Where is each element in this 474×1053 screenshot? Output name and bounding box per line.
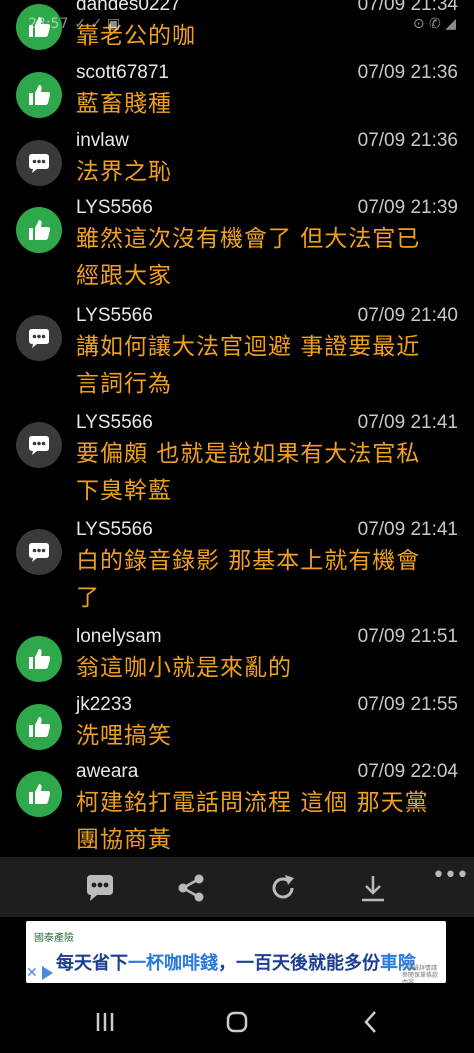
ad-text-prefix: 每天省下 bbox=[56, 953, 128, 974]
ad-brand: 國泰產險 bbox=[34, 933, 74, 944]
comment-text: 柯建銘打電話問流程 這個 那天黨 bbox=[76, 790, 429, 816]
comment-timestamp: 07/09 21:39 bbox=[357, 197, 458, 218]
system-nav-bar bbox=[0, 989, 474, 1053]
comment-text: 團協商黃 bbox=[76, 827, 172, 853]
comment-timestamp: 07/09 21:41 bbox=[357, 519, 458, 540]
share-button[interactable] bbox=[174, 871, 208, 905]
thumbs-up-icon bbox=[29, 220, 51, 240]
comment-row: jk2233 07/09 21:55 洗哩搞笑 bbox=[0, 690, 474, 767]
comment-text: 藍畜賤種 bbox=[76, 91, 172, 117]
comment-username[interactable]: LYS5566 bbox=[76, 197, 153, 219]
recent-apps-button[interactable] bbox=[90, 1007, 120, 1037]
ad-headline: 每天省下一杯咖啡錢，一百天後就能多份車險 bbox=[56, 949, 416, 975]
comment-list: dandes0227 07/09 21:34 靠老公的咖 scott67871 07/0… bbox=[0, 0, 474, 857]
comment-timestamp: 07/09 21:34 bbox=[357, 0, 458, 15]
push-avatar bbox=[16, 704, 62, 750]
comment-text: 言詞行為 bbox=[76, 371, 172, 397]
comment-timestamp: 07/09 21:41 bbox=[357, 412, 458, 433]
comment-username[interactable]: invlaw bbox=[76, 130, 129, 152]
comment-row: invlaw 07/09 21:36 法界之恥 bbox=[0, 126, 474, 203]
comment-username[interactable]: lonelysam bbox=[76, 626, 162, 648]
comment-username[interactable]: dandes0227 bbox=[76, 0, 181, 16]
comment-username[interactable]: LYS5566 bbox=[76, 412, 153, 434]
comment-text: 經跟大家 bbox=[76, 263, 172, 289]
comment-text: 雖然這次沒有機會了 但大法官已 bbox=[76, 226, 421, 252]
comment-text: 了 bbox=[76, 585, 100, 611]
arrow-avatar bbox=[16, 140, 62, 186]
comment-timestamp: 07/09 21:36 bbox=[357, 130, 458, 151]
comment-bubble-icon bbox=[29, 543, 49, 562]
home-button[interactable] bbox=[222, 1007, 252, 1037]
ad-area: 國泰產險 每天省下一杯咖啡錢，一百天後就能多份車險 ※保險詳情請參閱保單條款內容… bbox=[0, 917, 474, 989]
comment-timestamp: 07/09 21:40 bbox=[357, 305, 458, 326]
arrow-avatar bbox=[16, 529, 62, 575]
comment-text: 講如何讓大法官迴避 事證要最近 bbox=[76, 334, 421, 360]
thumbs-up-icon bbox=[29, 784, 51, 804]
recent-apps-icon bbox=[96, 1013, 114, 1031]
push-avatar bbox=[16, 207, 62, 253]
thumbs-up-icon bbox=[29, 85, 51, 105]
download-button[interactable] bbox=[356, 871, 390, 905]
push-avatar bbox=[16, 771, 62, 817]
ad-choices-icon[interactable] bbox=[42, 966, 53, 980]
comment-row: LYS5566 07/09 21:41 白的錄音錄影 那基本上就有機會了 bbox=[0, 515, 474, 629]
comment-username[interactable]: aweara bbox=[76, 761, 138, 783]
arrow-avatar bbox=[16, 315, 62, 361]
comment-row: aweara 07/09 22:04 柯建銘打電話問流程 這個 那天黨 團協商黃 bbox=[0, 757, 474, 857]
back-button[interactable] bbox=[356, 1007, 386, 1037]
comment-row: dandes0227 07/09 21:34 靠老公的咖 bbox=[0, 0, 474, 67]
comment-username[interactable]: jk2233 bbox=[76, 694, 132, 716]
comment-timestamp: 07/09 21:36 bbox=[357, 62, 458, 83]
comment-button[interactable] bbox=[83, 871, 117, 905]
share-icon bbox=[178, 874, 204, 902]
comment-bubble-icon bbox=[29, 329, 49, 348]
comment-text: 靠老公的咖 bbox=[76, 23, 196, 49]
download-icon bbox=[362, 876, 384, 902]
comment-text: 要偏頗 也就是說如果有大法官私 bbox=[76, 441, 421, 467]
refresh-icon bbox=[272, 875, 294, 899]
comment-bubble-icon bbox=[29, 436, 49, 455]
comment-text: 洗哩搞笑 bbox=[76, 723, 172, 749]
ad-banner[interactable]: 國泰產險 每天省下一杯咖啡錢，一百天後就能多份車險 ※保險詳情請參閱保單條款內容 bbox=[26, 921, 446, 983]
thumbs-up-icon bbox=[29, 717, 51, 737]
comment-username[interactable]: scott67871 bbox=[76, 62, 169, 84]
back-icon bbox=[364, 1011, 376, 1033]
ad-close-icon[interactable]: ✕ bbox=[26, 965, 38, 981]
ad-fine-print: ※保險詳情請參閱保單條款內容 bbox=[402, 965, 439, 983]
thumbs-up-icon bbox=[29, 649, 51, 669]
push-avatar bbox=[16, 636, 62, 682]
comment-timestamp: 07/09 21:55 bbox=[357, 694, 458, 715]
comment-text: 法界之恥 bbox=[76, 159, 172, 185]
comment-timestamp: 07/09 21:51 bbox=[357, 626, 458, 647]
comment-text: 白的錄音錄影 那基本上就有機會 bbox=[76, 548, 421, 574]
comment-timestamp: 07/09 22:04 bbox=[357, 761, 458, 782]
ad-text-middle: ，一百天後就能多份 bbox=[218, 953, 380, 974]
comment-username[interactable]: LYS5566 bbox=[76, 305, 153, 327]
thumbs-up-icon bbox=[29, 17, 51, 37]
arrow-avatar bbox=[16, 422, 62, 468]
comment-row: scott67871 07/09 21:36 藍畜賤種 bbox=[0, 58, 474, 135]
ad-text-highlight: 一杯咖啡錢 bbox=[128, 953, 218, 974]
refresh-button[interactable] bbox=[266, 871, 300, 905]
comment-row: LYS5566 07/09 21:39 雖然這次沒有機會了 但大法官已 經跟大家 bbox=[0, 193, 474, 307]
comment-username[interactable]: LYS5566 bbox=[76, 519, 153, 541]
push-avatar bbox=[16, 72, 62, 118]
push-avatar bbox=[16, 4, 62, 50]
comment-row: LYS5566 07/09 21:40 講如何讓大法官迴避 事證要最近 言詞行為 bbox=[0, 301, 474, 415]
bottom-toolbar: ••• bbox=[0, 857, 474, 917]
comment-text: 下臭幹藍 bbox=[76, 478, 172, 504]
home-icon bbox=[226, 1011, 248, 1033]
comment-icon bbox=[87, 875, 113, 901]
comment-bubble-icon bbox=[29, 154, 49, 173]
comment-row: lonelysam 07/09 21:51 翁這咖小就是來亂的 bbox=[0, 622, 474, 699]
comment-row: LYS5566 07/09 21:41 要偏頗 也就是說如果有大法官私 下臭幹藍 bbox=[0, 408, 474, 522]
more-icon[interactable]: ••• bbox=[432, 863, 469, 888]
comment-text: 翁這咖小就是來亂的 bbox=[76, 655, 292, 681]
